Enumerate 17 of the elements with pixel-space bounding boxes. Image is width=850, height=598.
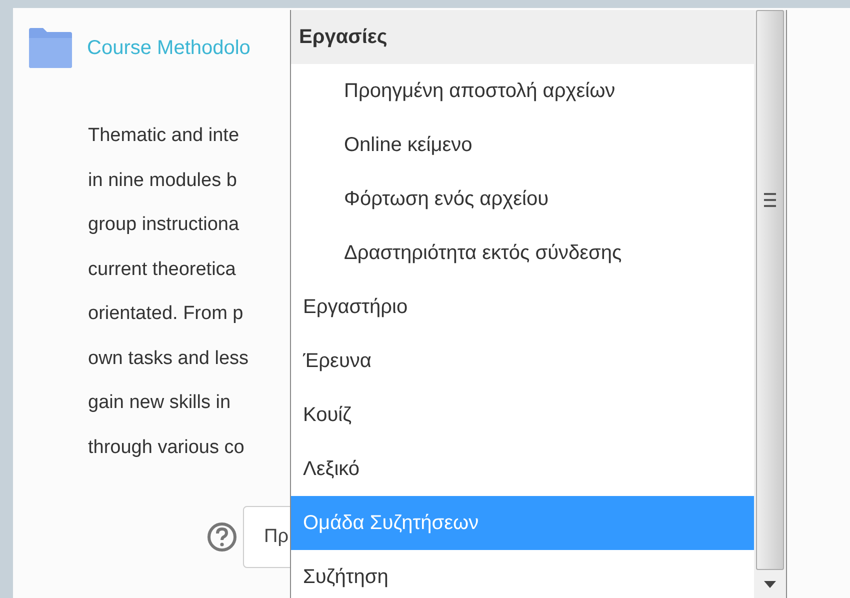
description-text: Thematic and inte in nine modules b group instructiona current theoretica orientated. From p own tasks and less gain new skills in through various co [88,124,250,460]
help-icon[interactable] [207,522,237,552]
dropdown-option[interactable]: Εργαστήριο [291,280,754,334]
folder-icon [27,26,75,70]
dropdown-option[interactable]: Έρευνα [291,334,754,388]
dropdown-option[interactable]: Λεξικό [291,442,754,496]
grip-icon [763,192,777,208]
dropdown-option[interactable]: Δραστηριότητα εκτός σύνδεσης [291,226,754,280]
dropdown-option[interactable]: Προηγμένη αποστολή αρχείων [291,64,754,118]
dropdown-option[interactable]: Κουίζ [291,388,754,442]
dropdown-option[interactable]: Online κείμενο [291,118,754,172]
dropdown-option[interactable]: Συζήτηση [291,550,754,598]
option-group-label: Εργασίες [291,10,754,64]
scrollbar[interactable] [754,10,786,598]
dropdown-option[interactable]: Φόρτωση ενός αρχείου [291,172,754,226]
down-arrow-icon [764,580,776,588]
scrollbar-thumb[interactable] [756,10,784,570]
